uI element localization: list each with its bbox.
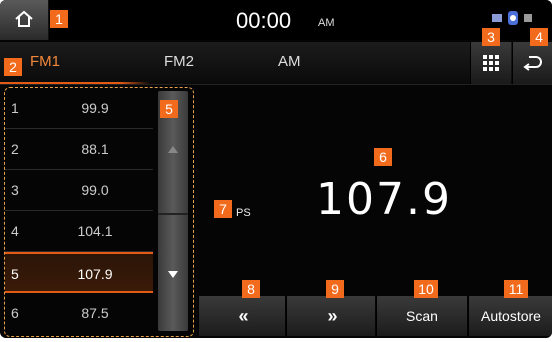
callout-7: 7 (214, 200, 232, 218)
back-button[interactable] (512, 42, 552, 84)
seek-prev-button[interactable]: « (198, 296, 285, 336)
preset-item-4[interactable]: 4 104.1 (5, 211, 153, 252)
preset-list: 1 99.9 2 88.1 3 99.0 4 104.1 5 107.9 6 8… (4, 87, 194, 337)
callout-10: 10 (414, 280, 438, 298)
preset-item-5[interactable]: 5 107.9 (5, 252, 153, 293)
scroll-up-icon[interactable] (168, 146, 178, 153)
preset-number: 2 (11, 141, 19, 157)
preset-frequency: 99.9 (81, 100, 109, 116)
head-unit-display: 00:00 AM FM1 FM2 AM 1 99.9 2 88.1 3 99.0… (0, 0, 552, 338)
preset-item-2[interactable]: 2 88.1 (5, 129, 153, 170)
preset-scrollbar[interactable] (158, 91, 188, 331)
autostore-label: Autostore (481, 308, 541, 324)
current-frequency: 107.9 (316, 174, 452, 225)
radio-screen: 00:00 AM FM1 FM2 AM 1 99.9 2 88.1 3 99.0… (0, 0, 556, 342)
callout-3: 3 (482, 28, 500, 46)
preset-item-3[interactable]: 3 99.0 (5, 170, 153, 211)
menu-grid-button[interactable] (470, 42, 511, 84)
preset-number: 4 (11, 223, 19, 239)
callout-6: 6 (374, 148, 392, 166)
seek-next-button[interactable]: » (286, 296, 375, 336)
preset-item-6[interactable]: 6 87.5 (5, 293, 153, 334)
callout-4: 4 (530, 28, 548, 46)
preset-frequency: 88.1 (81, 141, 109, 157)
callout-8: 8 (242, 280, 260, 298)
back-icon (523, 56, 542, 71)
callout-9: 9 (326, 280, 344, 298)
status-icons (492, 11, 532, 25)
tab-fm2[interactable]: FM2 (164, 53, 194, 70)
preset-frequency: 87.5 (81, 305, 109, 321)
status-bar: 00:00 AM (0, 0, 552, 40)
preset-frequency: 104.1 (77, 223, 113, 239)
clock-ampm: AM (318, 17, 335, 29)
preset-item-1[interactable]: 1 99.9 (5, 88, 153, 129)
preset-number: 1 (11, 100, 19, 116)
callout-2: 2 (4, 58, 22, 76)
callout-11: 11 (504, 280, 528, 298)
preset-number: 3 (11, 182, 19, 198)
tab-am[interactable]: AM (278, 53, 301, 70)
seek-next-icon: » (327, 306, 337, 326)
home-icon (15, 10, 33, 27)
preset-number: 6 (11, 305, 19, 321)
scan-button[interactable]: Scan (376, 296, 467, 336)
preset-frequency: 107.9 (77, 266, 113, 282)
callout-1: 1 (50, 10, 68, 28)
preset-frequency: 99.0 (81, 182, 109, 198)
active-tab-indicator (0, 82, 150, 84)
clock-time: 00:00 (236, 8, 292, 33)
callout-5: 5 (160, 100, 178, 118)
scroll-down-icon[interactable] (168, 271, 178, 278)
scan-label: Scan (406, 308, 438, 324)
grid-icon (483, 55, 499, 71)
seek-prev-icon: « (238, 306, 248, 326)
tab-fm1[interactable]: FM1 (30, 53, 60, 70)
home-button[interactable] (0, 0, 49, 40)
scroll-divider (158, 213, 188, 215)
ps-label: PS (236, 207, 251, 219)
autostore-button[interactable]: Autostore (468, 296, 552, 336)
preset-number: 5 (11, 266, 19, 282)
